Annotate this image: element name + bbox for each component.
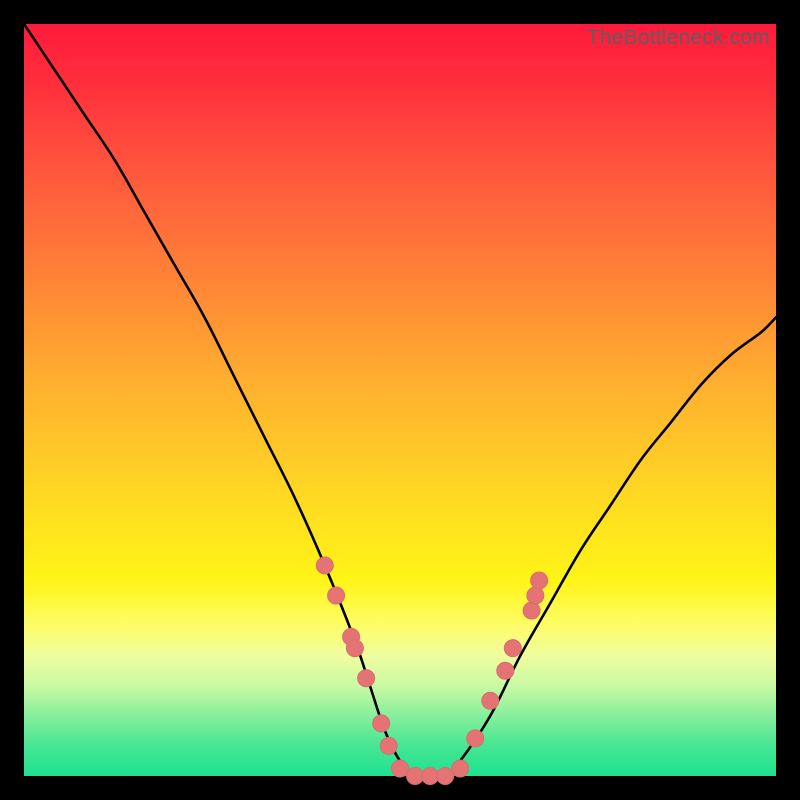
curve-marker xyxy=(482,692,499,709)
curve-marker xyxy=(316,557,333,574)
curve-marker xyxy=(523,602,540,619)
curve-marker xyxy=(527,587,544,604)
curve-marker xyxy=(407,768,424,785)
chart-frame: TheBottleneck.com xyxy=(24,24,776,776)
curve-marker xyxy=(380,737,397,754)
curve-markers-group xyxy=(316,557,547,785)
curve-marker xyxy=(531,572,548,589)
curve-marker xyxy=(452,760,469,777)
curve-marker xyxy=(373,715,390,732)
curve-marker xyxy=(497,662,514,679)
curve-marker xyxy=(346,640,363,657)
bottleneck-curve-svg xyxy=(24,24,776,776)
curve-marker xyxy=(392,760,409,777)
watermark-text: TheBottleneck.com xyxy=(587,26,770,50)
curve-marker xyxy=(358,670,375,687)
curve-marker xyxy=(422,768,439,785)
curve-marker xyxy=(504,640,521,657)
curve-marker xyxy=(328,587,345,604)
curve-marker xyxy=(437,768,454,785)
curve-marker xyxy=(467,730,484,747)
bottleneck-curve-path xyxy=(24,24,776,777)
